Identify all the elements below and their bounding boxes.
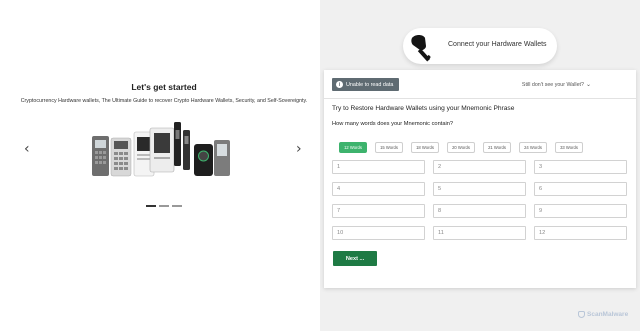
mnemonic-word-field[interactable]: [433, 160, 526, 174]
mnemonic-word-field[interactable]: [534, 182, 627, 196]
mnemonic-word-field[interactable]: [332, 204, 425, 218]
mnemonic-word-field[interactable]: [433, 204, 526, 218]
chevron-right-icon[interactable]: ›: [296, 142, 302, 156]
mnemonic-word-field[interactable]: [332, 160, 425, 174]
mnemonic-word-field[interactable]: [534, 160, 627, 174]
connect-wallets-button[interactable]: Connect your Hardware Wallets: [403, 28, 557, 64]
word-option-20[interactable]: 20 Words: [447, 142, 475, 153]
status-badge-text: Unable to read data: [346, 81, 394, 88]
mnemonic-word-field[interactable]: [433, 226, 526, 240]
intro-heading: Let's get started: [131, 82, 197, 92]
usb-key-icon: [404, 29, 438, 63]
scanmalware-watermark: ScanMalware: [578, 311, 628, 318]
info-icon: i: [336, 81, 343, 88]
shield-icon: [578, 311, 585, 318]
intro-panel: Let's get started Cryptocurrency Hardwar…: [0, 0, 320, 331]
carousel-dot[interactable]: [146, 205, 156, 207]
divider: [324, 98, 636, 99]
chevron-down-icon: ⌄: [585, 81, 591, 88]
carousel-dot[interactable]: [159, 205, 169, 207]
carousel-indicators: [146, 205, 182, 207]
mnemonic-word-field[interactable]: [534, 226, 627, 240]
status-badge: i Unable to read data: [332, 78, 400, 91]
word-option-24[interactable]: 24 Words: [519, 142, 547, 153]
word-count-options: 12 Words 15 Words 18 Words 20 Words 21 W…: [339, 142, 583, 153]
carousel-dot[interactable]: [172, 205, 182, 207]
connect-label: Connect your Hardware Wallets: [448, 41, 547, 48]
next-button[interactable]: Next ...: [333, 251, 377, 266]
watermark-text: ScanMalware: [587, 311, 629, 318]
restore-title: Try to Restore Hardware Wallets using yo…: [332, 105, 515, 112]
restore-card: i Unable to read data Still don't see yo…: [324, 70, 636, 288]
mnemonic-word-field[interactable]: [332, 226, 425, 240]
word-option-15[interactable]: 15 Words: [375, 142, 403, 153]
mnemonic-word-field[interactable]: [534, 204, 627, 218]
mnemonic-word-field[interactable]: [332, 182, 425, 196]
intro-subheading: Cryptocurrency Hardware wallets, The Ult…: [20, 98, 308, 104]
word-option-12[interactable]: 12 Words: [339, 142, 367, 153]
word-count-question: How many words does your Mnemonic contai…: [332, 121, 454, 127]
word-option-18[interactable]: 18 Words: [411, 142, 439, 153]
hardware-wallets-image: [92, 122, 230, 177]
mnemonic-word-field[interactable]: [433, 182, 526, 196]
still-text: Still don't see your Wallet?: [521, 82, 584, 88]
word-option-21[interactable]: 21 Words: [483, 142, 511, 153]
still-dont-see-wallet-link[interactable]: Still don't see your Wallet? ⌄: [522, 81, 591, 88]
chevron-left-icon[interactable]: ‹: [24, 142, 30, 156]
word-option-33[interactable]: 33 Words: [555, 142, 583, 153]
